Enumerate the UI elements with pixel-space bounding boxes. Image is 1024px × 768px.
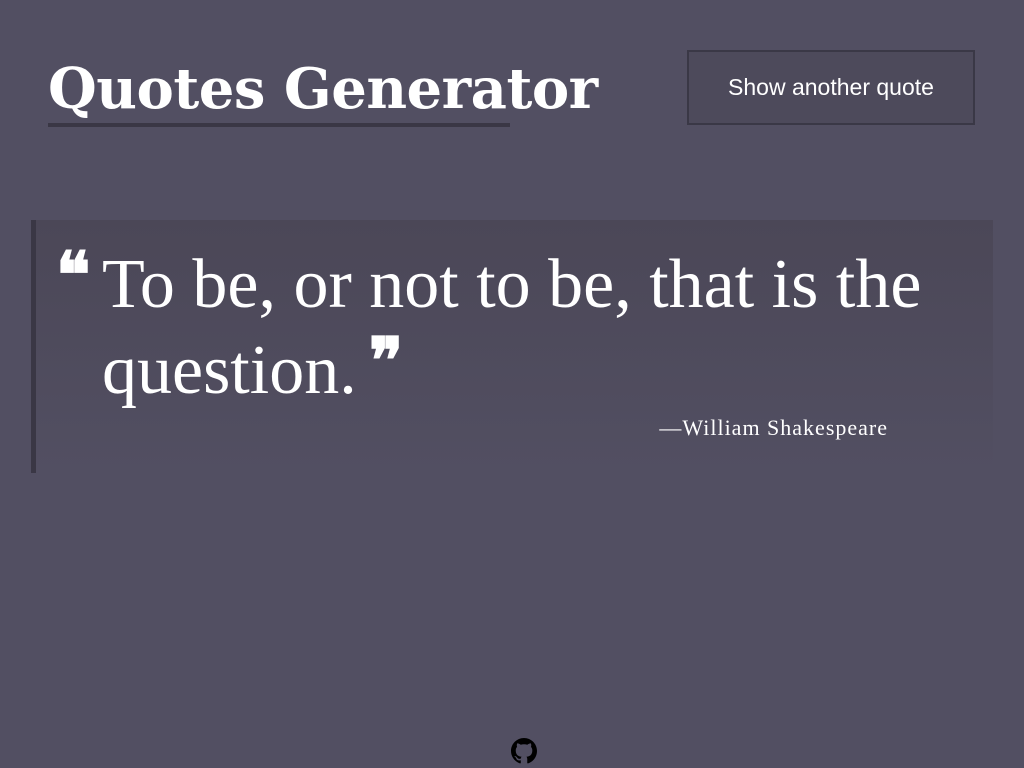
show-another-quote-button[interactable]: Show another quote <box>687 50 975 125</box>
page-title: Quotes Generator <box>48 56 598 122</box>
open-quote-mark: ❝ <box>56 238 91 313</box>
quote-text: To be, or not to be, that is the questio… <box>102 246 922 409</box>
page: Quotes Generator Show another quote ❝ To… <box>0 0 1024 768</box>
title-underline <box>48 123 510 127</box>
close-quote-mark: ❞ <box>368 324 404 399</box>
github-icon[interactable] <box>511 738 537 764</box>
quote-text-block: To be, or not to be, that is the questio… <box>102 246 982 409</box>
quote-author: —William Shakespeare <box>659 415 888 440</box>
